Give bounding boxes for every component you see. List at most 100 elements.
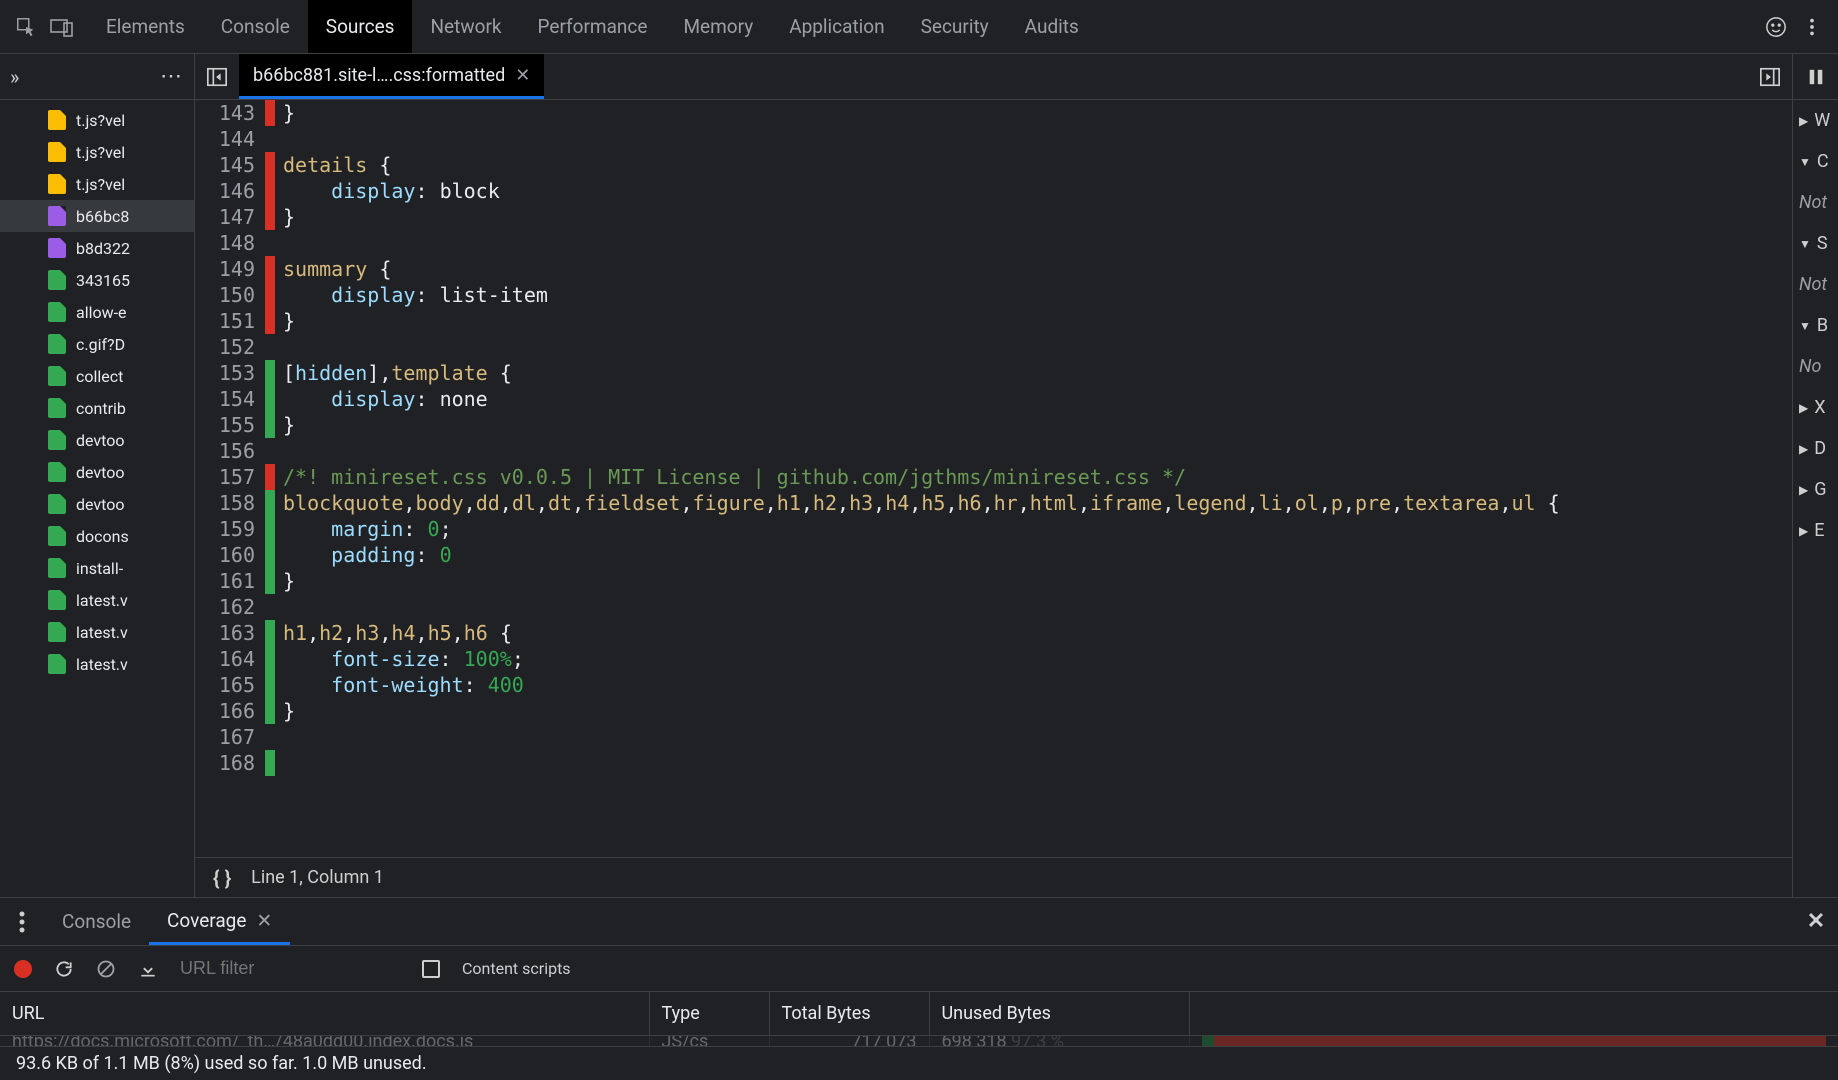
editor-file-tab[interactable]: b66bc881.site-l….css:formatted ✕ — [239, 54, 544, 99]
file-item[interactable]: allow-e — [0, 296, 194, 328]
file-item[interactable]: c.gif?D — [0, 328, 194, 360]
expand-navigator-icon[interactable]: » — [10, 65, 19, 89]
file-list: t.js?velt.js?velt.js?velb66bc8b8d3223431… — [0, 100, 194, 897]
file-icon — [48, 462, 66, 482]
col-url[interactable]: URL — [0, 992, 650, 1035]
file-icon — [48, 558, 66, 578]
debugger-section[interactable]: ▼B — [1793, 305, 1838, 346]
file-name: latest.v — [76, 655, 128, 674]
record-button[interactable] — [14, 960, 32, 978]
pause-script-icon[interactable] — [1793, 54, 1838, 100]
col-bar — [1190, 992, 1838, 1035]
coverage-toolbar: Content scripts — [0, 946, 1838, 992]
file-item[interactable]: latest.v — [0, 616, 194, 648]
panel-tab-audits[interactable]: Audits — [1007, 0, 1097, 53]
file-name: 343165 — [76, 271, 130, 290]
col-total[interactable]: Total Bytes — [770, 992, 930, 1035]
file-item[interactable]: devtoo — [0, 424, 194, 456]
code-editor[interactable]: 143}144 145details {146 display: block14… — [195, 100, 1792, 857]
file-name: devtoo — [76, 495, 124, 514]
file-icon — [48, 590, 66, 610]
clear-icon[interactable] — [96, 959, 116, 979]
file-item[interactable]: contrib — [0, 392, 194, 424]
panel-tabs: ElementsConsoleSourcesNetworkPerformance… — [88, 0, 1097, 53]
coverage-row[interactable]: https://docs.microsoft.com/_th…/48a0dd00… — [0, 1036, 1838, 1046]
file-item[interactable]: install- — [0, 552, 194, 584]
col-unused[interactable]: Unused Bytes — [930, 992, 1190, 1035]
file-item[interactable]: docons — [0, 520, 194, 552]
toggle-navigator-icon[interactable] — [195, 54, 239, 99]
panel-tab-sources[interactable]: Sources — [308, 0, 413, 53]
file-name: c.gif?D — [76, 335, 125, 354]
editor-file-tab-label: b66bc881.site-l….css:formatted — [253, 65, 505, 86]
file-name: docons — [76, 527, 129, 546]
panel-tab-security[interactable]: Security — [903, 0, 1007, 53]
debugger-section: Not — [1793, 264, 1838, 305]
toggle-debugger-icon[interactable] — [1748, 54, 1792, 99]
devtools-topbar: ElementsConsoleSourcesNetworkPerformance… — [0, 0, 1838, 54]
file-icon — [48, 270, 66, 290]
inspect-element-icon[interactable] — [8, 9, 44, 45]
debugger-section: Not — [1793, 182, 1838, 223]
file-item[interactable]: b66bc8 — [0, 200, 194, 232]
editor-area: b66bc881.site-l….css:formatted ✕ 143}144… — [195, 54, 1792, 897]
col-type[interactable]: Type — [650, 992, 770, 1035]
file-icon — [48, 366, 66, 386]
file-item[interactable]: b8d322 — [0, 232, 194, 264]
file-icon — [48, 206, 66, 226]
content-scripts-label: Content scripts — [462, 959, 571, 978]
debugger-section[interactable]: ▶X — [1793, 387, 1838, 428]
debugger-section[interactable]: ▶D — [1793, 428, 1838, 469]
drawer-tab-coverage[interactable]: Coverage ✕ — [149, 898, 290, 945]
content-scripts-checkbox[interactable] — [422, 960, 440, 978]
panel-tab-memory[interactable]: Memory — [665, 0, 771, 53]
file-name: b66bc8 — [76, 207, 129, 226]
panel-tab-performance[interactable]: Performance — [520, 0, 666, 53]
close-drawer-tab-icon[interactable]: ✕ — [256, 909, 272, 932]
file-icon — [48, 654, 66, 674]
file-item[interactable]: devtoo — [0, 488, 194, 520]
debugger-sidebar: ▶W▼CNot▼SNot▼BNo▶X▶D▶G▶E — [1792, 54, 1838, 897]
reload-icon[interactable] — [54, 959, 74, 979]
file-icon — [48, 526, 66, 546]
file-icon — [48, 430, 66, 450]
debugger-section[interactable]: ▶W — [1793, 100, 1838, 141]
file-item[interactable]: latest.v — [0, 648, 194, 680]
file-item[interactable]: 343165 — [0, 264, 194, 296]
panel-tab-console[interactable]: Console — [203, 0, 308, 53]
file-item[interactable]: t.js?vel — [0, 136, 194, 168]
panel-tab-elements[interactable]: Elements — [88, 0, 203, 53]
panel-tab-application[interactable]: Application — [771, 0, 902, 53]
navigator-sidebar: » ⋯ t.js?velt.js?velt.js?velb66bc8b8d322… — [0, 54, 195, 897]
file-name: latest.v — [76, 591, 128, 610]
debugger-section[interactable]: ▼C — [1793, 141, 1838, 182]
file-item[interactable]: collect — [0, 360, 194, 392]
file-name: t.js?vel — [76, 175, 125, 194]
file-icon — [48, 238, 66, 258]
navigator-more-icon[interactable]: ⋯ — [160, 64, 184, 89]
cursor-position: Line 1, Column 1 — [251, 867, 384, 888]
debugger-section[interactable]: ▼S — [1793, 223, 1838, 264]
file-name: allow-e — [76, 303, 127, 322]
file-icon — [48, 494, 66, 514]
url-filter-input[interactable] — [180, 958, 400, 979]
feedback-smiley-icon[interactable] — [1758, 9, 1794, 45]
file-icon — [48, 302, 66, 322]
file-item[interactable]: t.js?vel — [0, 104, 194, 136]
file-item[interactable]: latest.v — [0, 584, 194, 616]
drawer-menu-icon[interactable] — [0, 911, 44, 933]
export-icon[interactable] — [138, 959, 158, 979]
file-item[interactable]: devtoo — [0, 456, 194, 488]
close-tab-icon[interactable]: ✕ — [515, 65, 530, 86]
device-toolbar-icon[interactable] — [44, 9, 80, 45]
debugger-section[interactable]: ▶E — [1793, 510, 1838, 551]
pretty-print-icon[interactable]: { } — [213, 866, 231, 890]
file-item[interactable]: t.js?vel — [0, 168, 194, 200]
panel-tab-network[interactable]: Network — [412, 0, 519, 53]
debugger-section[interactable]: ▶G — [1793, 469, 1838, 510]
file-name: latest.v — [76, 623, 128, 642]
close-drawer-icon[interactable]: ✕ — [1794, 909, 1838, 934]
drawer-tab-console[interactable]: Console — [44, 898, 149, 945]
file-name: devtoo — [76, 463, 124, 482]
more-options-icon[interactable] — [1794, 9, 1830, 45]
